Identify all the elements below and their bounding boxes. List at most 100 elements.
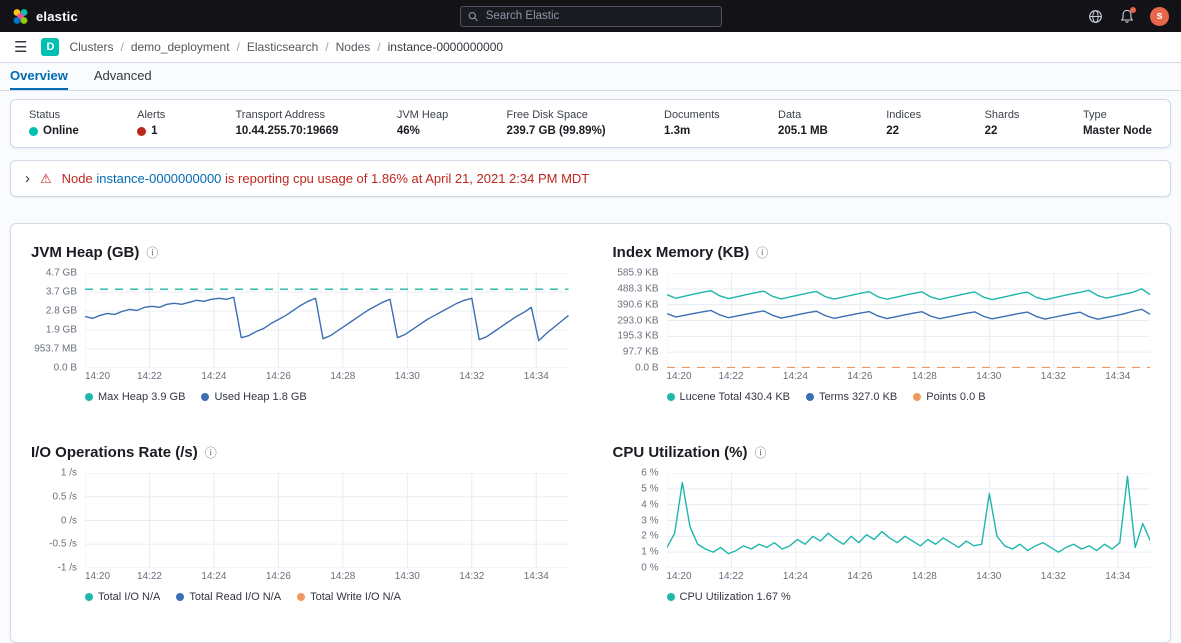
breadcrumb-item-demo-deployment[interactable]: demo_deployment bbox=[131, 40, 230, 54]
summary-panel: StatusOnlineAlerts1Transport Address10.4… bbox=[10, 99, 1171, 148]
summary-value: 1 bbox=[137, 125, 177, 137]
legend-item-lucene-total-430-4-kb[interactable]: Lucene Total 430.4 KB bbox=[667, 391, 791, 403]
y-tick-label: 2 % bbox=[641, 531, 658, 542]
y-axis: 4.7 GB3.7 GB2.8 GB1.9 GB953.7 MB0.0 B bbox=[31, 273, 85, 368]
breadcrumb: Clusters / demo_deployment / Elasticsearch / N… bbox=[69, 40, 503, 54]
chart-plot bbox=[85, 473, 569, 568]
legend-item-max-heap-3-9-gb[interactable]: Max Heap 3.9 GB bbox=[85, 391, 185, 403]
breadcrumb-item-elasticsearch[interactable]: Elasticsearch bbox=[247, 40, 318, 54]
summary-item-status: Status Online bbox=[29, 109, 79, 137]
info-icon[interactable]: ⓘ bbox=[146, 247, 158, 259]
summary-label: Documents bbox=[664, 109, 720, 121]
legend-label: CPU Utilization 1.67 % bbox=[680, 591, 791, 603]
chart-io-operations: I/O Operations Rate (/s) ⓘ 1 /s0.5 /s0 /… bbox=[31, 442, 569, 622]
legend-label: Total Read I/O N/A bbox=[189, 591, 281, 603]
y-tick-label: 0.5 /s bbox=[53, 491, 77, 502]
y-tick-label: 1.9 GB bbox=[46, 325, 77, 336]
top-header: elastic s bbox=[0, 0, 1181, 32]
legend-item-points-0-0-b[interactable]: Points 0.0 B bbox=[913, 391, 985, 403]
summary-label: JVM Heap bbox=[397, 109, 448, 121]
x-tick-label: 14:22 bbox=[137, 371, 162, 382]
legend-item-total-read-i-o-n-a[interactable]: Total Read I/O N/A bbox=[176, 591, 281, 603]
y-tick-label: 390.6 KB bbox=[617, 299, 658, 310]
breadcrumb-item-clusters[interactable]: Clusters bbox=[69, 40, 113, 54]
breadcrumb-separator: / bbox=[237, 40, 240, 54]
search-icon bbox=[468, 11, 478, 22]
info-icon[interactable]: ⓘ bbox=[756, 247, 768, 259]
info-icon[interactable]: ⓘ bbox=[755, 447, 767, 459]
breadcrumb-separator: / bbox=[325, 40, 328, 54]
legend-item-total-i-o-n-a[interactable]: Total I/O N/A bbox=[85, 591, 160, 603]
x-tick-label: 14:32 bbox=[459, 371, 484, 382]
y-tick-label: 3 % bbox=[641, 515, 658, 526]
legend-dot-icon bbox=[667, 593, 675, 601]
tab-overview[interactable]: Overview bbox=[10, 63, 68, 90]
summary-label: Data bbox=[778, 109, 828, 121]
breadcrumb-bar: ☰ D Clusters / demo_deployment / Elasticsear… bbox=[0, 32, 1181, 63]
x-tick-label: 14:30 bbox=[976, 571, 1001, 582]
x-tick-label: 14:32 bbox=[1041, 571, 1066, 582]
legend-item-used-heap-1-8-gb[interactable]: Used Heap 1.8 GB bbox=[201, 391, 306, 403]
y-tick-label: 0 /s bbox=[61, 515, 77, 526]
breadcrumb-item-nodes[interactable]: Nodes bbox=[336, 40, 371, 54]
y-tick-label: 953.7 MB bbox=[34, 344, 77, 355]
y-axis: 1 /s0.5 /s0 /s-0.5 /s-1 /s bbox=[31, 473, 85, 568]
elastic-logo[interactable]: elastic bbox=[12, 8, 78, 25]
x-tick-label: 14:28 bbox=[912, 371, 937, 382]
legend-dot-icon bbox=[85, 393, 93, 401]
alert-prefix: Node bbox=[62, 171, 97, 186]
cloud-icon[interactable] bbox=[1086, 7, 1104, 25]
legend-item-cpu-utilization-1-67[interactable]: CPU Utilization 1.67 % bbox=[667, 591, 791, 603]
chart-plot bbox=[667, 273, 1151, 368]
brand-name: elastic bbox=[36, 9, 78, 24]
x-tick-label: 14:26 bbox=[266, 571, 291, 582]
x-tick-label: 14:26 bbox=[847, 371, 872, 382]
x-tick-label: 14:28 bbox=[330, 571, 355, 582]
status-dot-icon bbox=[29, 127, 38, 136]
summary-item-indices: Indices22 bbox=[886, 109, 926, 137]
tab-advanced[interactable]: Advanced bbox=[94, 63, 152, 90]
legend-dot-icon bbox=[85, 593, 93, 601]
legend-dot-icon bbox=[667, 393, 675, 401]
summary-label: Transport Address bbox=[236, 109, 339, 121]
notifications-bell-icon[interactable] bbox=[1118, 7, 1136, 25]
summary-value: 1.3m bbox=[664, 125, 720, 137]
deployment-badge[interactable]: D bbox=[41, 38, 59, 56]
menu-hamburger-icon[interactable]: ☰ bbox=[10, 38, 31, 56]
legend-dot-icon bbox=[176, 593, 184, 601]
breadcrumb-separator: / bbox=[377, 40, 380, 54]
x-tick-label: 14:34 bbox=[524, 371, 549, 382]
y-tick-label: -0.5 /s bbox=[49, 539, 77, 550]
x-axis: 14:2014:2214:2414:2614:2814:3014:3214:34 bbox=[85, 371, 569, 385]
chart-title: JVM Heap (GB) bbox=[31, 242, 139, 263]
x-tick-label: 14:32 bbox=[1041, 371, 1066, 382]
summary-value: 205.1 MB bbox=[778, 125, 828, 137]
summary-label: Type bbox=[1083, 109, 1152, 121]
x-tick-label: 14:22 bbox=[718, 371, 743, 382]
charts-panel: JVM Heap (GB) ⓘ 4.7 GB3.7 GB2.8 GB1.9 GB… bbox=[10, 223, 1171, 643]
alert-node-link[interactable]: instance-0000000000 bbox=[96, 171, 221, 186]
summary-label: Status bbox=[29, 109, 79, 121]
notification-badge bbox=[1130, 7, 1136, 13]
global-search[interactable] bbox=[460, 6, 722, 27]
x-tick-label: 14:34 bbox=[1105, 371, 1130, 382]
legend-label: Points 0.0 B bbox=[926, 391, 985, 403]
x-tick-label: 14:30 bbox=[395, 371, 420, 382]
y-tick-label: 195.3 KB bbox=[617, 331, 658, 342]
y-axis: 585.9 KB488.3 KB390.6 KB293.0 KB195.3 KB… bbox=[613, 273, 667, 368]
status-dot-icon bbox=[137, 127, 146, 136]
x-tick-label: 14:30 bbox=[395, 571, 420, 582]
x-tick-label: 14:26 bbox=[847, 571, 872, 582]
legend-item-terms-327-0-kb[interactable]: Terms 327.0 KB bbox=[806, 391, 897, 403]
y-tick-label: 6 % bbox=[641, 468, 658, 479]
summary-value: Online bbox=[29, 125, 79, 137]
search-input[interactable] bbox=[484, 9, 714, 23]
alert-expand-chevron-icon[interactable]: › bbox=[25, 171, 30, 186]
summary-item-alerts: Alerts1 bbox=[137, 109, 177, 137]
x-axis: 14:2014:2214:2414:2614:2814:3014:3214:34 bbox=[667, 371, 1151, 385]
summary-label: Free Disk Space bbox=[507, 109, 606, 121]
legend-label: Total Write I/O N/A bbox=[310, 591, 401, 603]
user-avatar[interactable]: s bbox=[1150, 7, 1169, 26]
legend-item-total-write-i-o-n-a[interactable]: Total Write I/O N/A bbox=[297, 591, 401, 603]
info-icon[interactable]: ⓘ bbox=[205, 447, 217, 459]
